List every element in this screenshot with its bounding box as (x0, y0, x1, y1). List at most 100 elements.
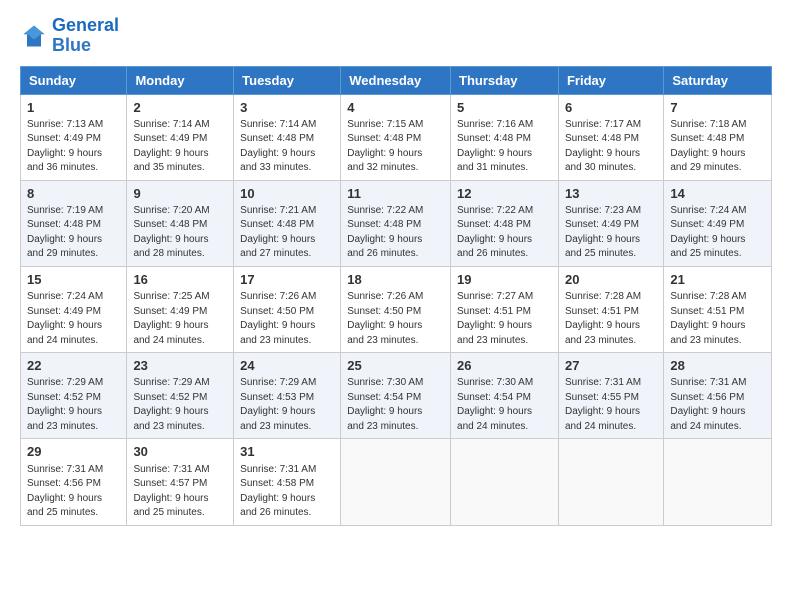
cell-info: Sunrise: 7:31 AM Sunset: 4:57 PM Dayligh… (133, 463, 227, 521)
calendar-cell: 10Sunrise: 7:21 AM Sunset: 4:48 PM Dayli… (234, 180, 341, 266)
day-number: 24 (240, 357, 334, 375)
calendar-cell: 26Sunrise: 7:30 AM Sunset: 4:54 PM Dayli… (451, 353, 559, 439)
cell-info: Sunrise: 7:29 AM Sunset: 4:52 PM Dayligh… (133, 376, 227, 434)
cell-info: Sunrise: 7:26 AM Sunset: 4:50 PM Dayligh… (347, 290, 444, 348)
cell-info: Sunrise: 7:28 AM Sunset: 4:51 PM Dayligh… (565, 290, 657, 348)
cell-info: Sunrise: 7:21 AM Sunset: 4:48 PM Dayligh… (240, 204, 334, 262)
calendar-cell: 4Sunrise: 7:15 AM Sunset: 4:48 PM Daylig… (341, 94, 451, 180)
calendar-header-tuesday: Tuesday (234, 66, 341, 94)
day-number: 2 (133, 99, 227, 117)
cell-info: Sunrise: 7:23 AM Sunset: 4:49 PM Dayligh… (565, 204, 657, 262)
day-number: 23 (133, 357, 227, 375)
day-number: 8 (27, 185, 120, 203)
logo-text: General Blue (52, 16, 119, 56)
calendar-cell: 23Sunrise: 7:29 AM Sunset: 4:52 PM Dayli… (127, 353, 234, 439)
calendar-cell: 2Sunrise: 7:14 AM Sunset: 4:49 PM Daylig… (127, 94, 234, 180)
cell-info: Sunrise: 7:30 AM Sunset: 4:54 PM Dayligh… (457, 376, 552, 434)
calendar-cell: 27Sunrise: 7:31 AM Sunset: 4:55 PM Dayli… (558, 353, 663, 439)
day-number: 13 (565, 185, 657, 203)
day-number: 19 (457, 271, 552, 289)
cell-info: Sunrise: 7:24 AM Sunset: 4:49 PM Dayligh… (27, 290, 120, 348)
cell-info: Sunrise: 7:25 AM Sunset: 4:49 PM Dayligh… (133, 290, 227, 348)
day-number: 21 (670, 271, 765, 289)
cell-info: Sunrise: 7:27 AM Sunset: 4:51 PM Dayligh… (457, 290, 552, 348)
cell-info: Sunrise: 7:16 AM Sunset: 4:48 PM Dayligh… (457, 118, 552, 176)
calendar-week-4: 22Sunrise: 7:29 AM Sunset: 4:52 PM Dayli… (21, 353, 772, 439)
calendar-week-3: 15Sunrise: 7:24 AM Sunset: 4:49 PM Dayli… (21, 266, 772, 352)
day-number: 29 (27, 443, 120, 461)
cell-info: Sunrise: 7:15 AM Sunset: 4:48 PM Dayligh… (347, 118, 444, 176)
calendar-header-row: SundayMondayTuesdayWednesdayThursdayFrid… (21, 66, 772, 94)
cell-info: Sunrise: 7:31 AM Sunset: 4:56 PM Dayligh… (670, 376, 765, 434)
cell-info: Sunrise: 7:20 AM Sunset: 4:48 PM Dayligh… (133, 204, 227, 262)
cell-info: Sunrise: 7:19 AM Sunset: 4:48 PM Dayligh… (27, 204, 120, 262)
day-number: 5 (457, 99, 552, 117)
day-number: 14 (670, 185, 765, 203)
day-number: 11 (347, 185, 444, 203)
cell-info: Sunrise: 7:29 AM Sunset: 4:53 PM Dayligh… (240, 376, 334, 434)
cell-info: Sunrise: 7:22 AM Sunset: 4:48 PM Dayligh… (457, 204, 552, 262)
day-number: 17 (240, 271, 334, 289)
calendar-cell: 28Sunrise: 7:31 AM Sunset: 4:56 PM Dayli… (664, 353, 772, 439)
calendar-cell: 6Sunrise: 7:17 AM Sunset: 4:48 PM Daylig… (558, 94, 663, 180)
calendar-cell: 29 Sunrise: 7:31 AM Sunset: 4:56 PM Dayli… (21, 439, 127, 525)
calendar-cell: 16Sunrise: 7:25 AM Sunset: 4:49 PM Dayli… (127, 266, 234, 352)
cell-info: Sunrise: 7:31 AM Sunset: 4:56 PM Dayligh… (27, 463, 120, 521)
calendar-cell: 11Sunrise: 7:22 AM Sunset: 4:48 PM Dayli… (341, 180, 451, 266)
calendar-cell: 22Sunrise: 7:29 AM Sunset: 4:52 PM Dayli… (21, 353, 127, 439)
cell-info: Sunrise: 7:29 AM Sunset: 4:52 PM Dayligh… (27, 376, 120, 434)
day-number: 28 (670, 357, 765, 375)
day-number: 26 (457, 357, 552, 375)
calendar-cell: 21Sunrise: 7:28 AM Sunset: 4:51 PM Dayli… (664, 266, 772, 352)
calendar-week-2: 8Sunrise: 7:19 AM Sunset: 4:48 PM Daylig… (21, 180, 772, 266)
calendar-cell: 3Sunrise: 7:14 AM Sunset: 4:48 PM Daylig… (234, 94, 341, 180)
page: General Blue SundayMondayTuesdayWednesda… (0, 0, 792, 536)
calendar-cell: 12Sunrise: 7:22 AM Sunset: 4:48 PM Dayli… (451, 180, 559, 266)
day-number: 25 (347, 357, 444, 375)
calendar-cell: 1Sunrise: 7:13 AM Sunset: 4:49 PM Daylig… (21, 94, 127, 180)
calendar-cell (558, 439, 663, 525)
day-number: 31 (240, 443, 334, 461)
calendar-cell: 20Sunrise: 7:28 AM Sunset: 4:51 PM Dayli… (558, 266, 663, 352)
calendar-cell: 7Sunrise: 7:18 AM Sunset: 4:48 PM Daylig… (664, 94, 772, 180)
calendar-cell: 30 Sunrise: 7:31 AM Sunset: 4:57 PM Dayli… (127, 439, 234, 525)
day-number: 15 (27, 271, 120, 289)
cell-info: Sunrise: 7:22 AM Sunset: 4:48 PM Dayligh… (347, 204, 444, 262)
calendar-cell: 24Sunrise: 7:29 AM Sunset: 4:53 PM Dayli… (234, 353, 341, 439)
day-number: 4 (347, 99, 444, 117)
cell-info: Sunrise: 7:31 AM Sunset: 4:58 PM Dayligh… (240, 463, 334, 521)
calendar: SundayMondayTuesdayWednesdayThursdayFrid… (20, 66, 772, 526)
calendar-week-1: 1Sunrise: 7:13 AM Sunset: 4:49 PM Daylig… (21, 94, 772, 180)
calendar-cell: 17Sunrise: 7:26 AM Sunset: 4:50 PM Dayli… (234, 266, 341, 352)
cell-info: Sunrise: 7:14 AM Sunset: 4:48 PM Dayligh… (240, 118, 334, 176)
calendar-cell: 25Sunrise: 7:30 AM Sunset: 4:54 PM Dayli… (341, 353, 451, 439)
calendar-cell: 5Sunrise: 7:16 AM Sunset: 4:48 PM Daylig… (451, 94, 559, 180)
day-number: 12 (457, 185, 552, 203)
day-number: 27 (565, 357, 657, 375)
cell-info: Sunrise: 7:24 AM Sunset: 4:49 PM Dayligh… (670, 204, 765, 262)
cell-info: Sunrise: 7:26 AM Sunset: 4:50 PM Dayligh… (240, 290, 334, 348)
day-number: 18 (347, 271, 444, 289)
calendar-header-friday: Friday (558, 66, 663, 94)
calendar-cell: 19Sunrise: 7:27 AM Sunset: 4:51 PM Dayli… (451, 266, 559, 352)
calendar-cell: 15Sunrise: 7:24 AM Sunset: 4:49 PM Dayli… (21, 266, 127, 352)
calendar-cell (341, 439, 451, 525)
calendar-cell: 14Sunrise: 7:24 AM Sunset: 4:49 PM Dayli… (664, 180, 772, 266)
cell-info: Sunrise: 7:28 AM Sunset: 4:51 PM Dayligh… (670, 290, 765, 348)
day-number: 7 (670, 99, 765, 117)
calendar-header-saturday: Saturday (664, 66, 772, 94)
day-number: 6 (565, 99, 657, 117)
day-number: 22 (27, 357, 120, 375)
logo-icon (20, 22, 48, 50)
calendar-header-thursday: Thursday (451, 66, 559, 94)
calendar-cell: 18Sunrise: 7:26 AM Sunset: 4:50 PM Dayli… (341, 266, 451, 352)
cell-info: Sunrise: 7:17 AM Sunset: 4:48 PM Dayligh… (565, 118, 657, 176)
calendar-cell (664, 439, 772, 525)
cell-info: Sunrise: 7:18 AM Sunset: 4:48 PM Dayligh… (670, 118, 765, 176)
day-number: 1 (27, 99, 120, 117)
day-number: 30 (133, 443, 227, 461)
day-number: 3 (240, 99, 334, 117)
calendar-cell (451, 439, 559, 525)
calendar-header-wednesday: Wednesday (341, 66, 451, 94)
calendar-cell: 9Sunrise: 7:20 AM Sunset: 4:48 PM Daylig… (127, 180, 234, 266)
